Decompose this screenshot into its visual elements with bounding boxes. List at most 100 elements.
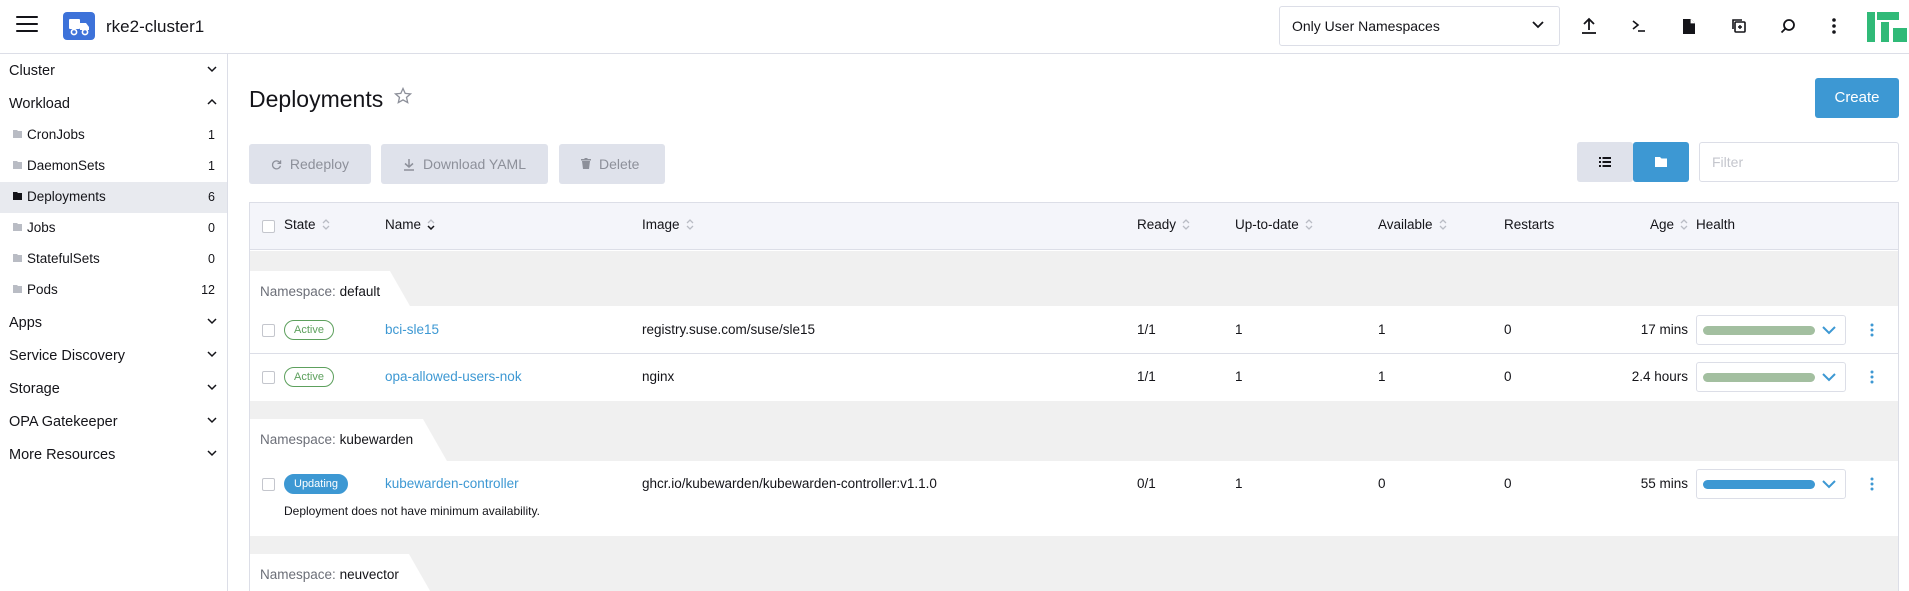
sort-icon (1182, 219, 1190, 230)
column-label: State (284, 217, 316, 232)
redeploy-label: Redeploy (289, 156, 349, 172)
nav-group-cluster[interactable]: Cluster (0, 54, 227, 87)
health-dropdown[interactable] (1696, 315, 1846, 345)
sidebar-item-jobs[interactable]: Jobs 0 (0, 213, 227, 244)
health-dropdown[interactable] (1696, 362, 1846, 392)
download-icon (404, 158, 414, 171)
folder-icon (1655, 157, 1667, 167)
namespace-filter-value: Only User Namespaces (1292, 18, 1440, 34)
namespace-filter-select[interactable]: Only User Namespaces (1279, 6, 1560, 46)
nav-group-workload[interactable]: Workload (0, 87, 227, 120)
nav-group-opa-gatekeeper[interactable]: OPA Gatekeeper (0, 405, 227, 438)
restarts-cell: 0 (1504, 322, 1512, 337)
row-actions-icon[interactable] (1862, 365, 1882, 389)
row-checkbox[interactable] (262, 324, 275, 337)
available-cell: 1 (1378, 369, 1386, 384)
nav-group-service-discovery[interactable]: Service Discovery (0, 339, 227, 372)
table-row: Updating kubewarden-controller ghcr.io/k… (250, 461, 1898, 536)
row-description: Deployment does not have minimum availab… (284, 504, 540, 518)
column-header-image[interactable]: Image (642, 217, 694, 232)
status-badge: Active (284, 320, 334, 340)
create-button[interactable]: Create (1815, 78, 1899, 118)
namespace-group-neuvector: Namespace: neuvector (250, 536, 1898, 591)
menu-icon[interactable] (16, 16, 38, 36)
column-label: Health (1696, 217, 1736, 232)
sidebar-item-statefulsets[interactable]: StatefulSets 0 (0, 244, 227, 275)
row-actions-icon[interactable] (1862, 318, 1882, 342)
filter-input[interactable] (1699, 142, 1899, 182)
ready-cell: 1/1 (1137, 369, 1156, 384)
sidebar-item-label: StatefulSets (27, 251, 100, 266)
nav-group-label: Service Discovery (9, 348, 126, 364)
search-icon[interactable] (1776, 14, 1800, 38)
redeploy-button[interactable]: Redeploy (249, 144, 371, 184)
list-icon (1599, 157, 1611, 167)
star-icon[interactable] (394, 87, 412, 105)
deployments-table: State Name Image Ready Up-to-date Availa… (249, 202, 1899, 591)
namespace-group-kubewarden: Namespace: kubewarden (250, 401, 1898, 461)
column-header-available[interactable]: Available (1378, 217, 1447, 232)
sidebar-item-count: 12 (201, 283, 215, 297)
sidebar-item-deployments[interactable]: Deployments 6 (0, 182, 227, 213)
nav-group-more-resources[interactable]: More Resources (0, 438, 227, 471)
nav-group-label: Cluster (9, 63, 55, 79)
upload-icon[interactable] (1577, 14, 1601, 38)
delete-button[interactable]: Delete (559, 144, 665, 184)
terminal-icon[interactable] (1627, 14, 1651, 38)
sidebar-nav: Cluster Workload CronJobs 1 DaemonSets 1… (0, 54, 228, 591)
column-header-state[interactable]: State (284, 217, 330, 232)
nav-group-label: Workload (9, 96, 70, 112)
deployment-name-link[interactable]: bci-sle15 (385, 322, 439, 337)
table-row: Active opa-allowed-users-nok nginx 1/1 1… (250, 354, 1898, 401)
namespace-label: Namespace: (260, 567, 336, 582)
column-label: Name (385, 217, 422, 232)
sidebar-item-daemonsets[interactable]: DaemonSets 1 (0, 151, 227, 182)
column-header-ready[interactable]: Ready (1137, 217, 1190, 232)
health-bar (1703, 373, 1815, 382)
status-badge: Updating (284, 474, 349, 494)
file-icon[interactable] (1677, 14, 1701, 38)
column-header-name[interactable]: Name (385, 217, 435, 232)
download-yaml-button[interactable]: Download YAML (381, 144, 548, 184)
column-header-up-to-date[interactable]: Up-to-date (1235, 217, 1313, 232)
select-all-checkbox[interactable] (262, 220, 275, 233)
sidebar-item-cronjobs[interactable]: CronJobs 1 (0, 120, 227, 151)
nav-group-storage[interactable]: Storage (0, 372, 227, 405)
up-to-date-cell: 1 (1235, 369, 1243, 384)
chevron-up-icon (207, 98, 217, 105)
cluster-logo-icon (63, 12, 95, 40)
chevron-down-icon (1532, 21, 1544, 29)
table-row: Active bci-sle15 registry.suse.com/suse/… (250, 306, 1898, 354)
row-checkbox[interactable] (262, 371, 275, 384)
brand-logo[interactable] (1867, 8, 1909, 46)
more-vertical-icon[interactable] (1822, 14, 1846, 38)
column-label: Ready (1137, 217, 1177, 232)
health-bar (1703, 480, 1815, 489)
health-bar (1703, 326, 1815, 335)
sidebar-item-pods[interactable]: Pods 12 (0, 275, 227, 306)
copy-config-icon[interactable] (1727, 14, 1751, 38)
deployment-name-link[interactable]: opa-allowed-users-nok (385, 369, 522, 384)
nav-group-label: Storage (9, 381, 60, 397)
image-cell: registry.suse.com/suse/sle15 (642, 322, 816, 337)
sidebar-item-label: DaemonSets (27, 158, 106, 173)
restarts-cell: 0 (1504, 369, 1512, 384)
column-header-age[interactable]: Age (1650, 217, 1688, 232)
nav-group-apps[interactable]: Apps (0, 306, 227, 339)
group-by-namespace-button[interactable] (1633, 142, 1689, 182)
folder-icon (13, 285, 22, 293)
deployment-name-link[interactable]: kubewarden-controller (385, 476, 519, 491)
row-actions-icon[interactable] (1862, 472, 1882, 496)
up-to-date-cell: 1 (1235, 476, 1243, 491)
namespace-name: neuvector (339, 567, 399, 582)
folder-open-icon (13, 192, 22, 200)
row-checkbox[interactable] (262, 478, 275, 491)
age-cell: 2.4 hours (1631, 369, 1688, 384)
health-dropdown[interactable] (1696, 469, 1846, 499)
flat-list-view-button[interactable] (1577, 142, 1633, 182)
namespace-label: Namespace: (260, 432, 336, 447)
sort-down-icon (427, 219, 435, 230)
trash-icon (581, 158, 591, 169)
chevron-down-icon (207, 450, 217, 457)
nav-group-label: Apps (9, 315, 43, 331)
